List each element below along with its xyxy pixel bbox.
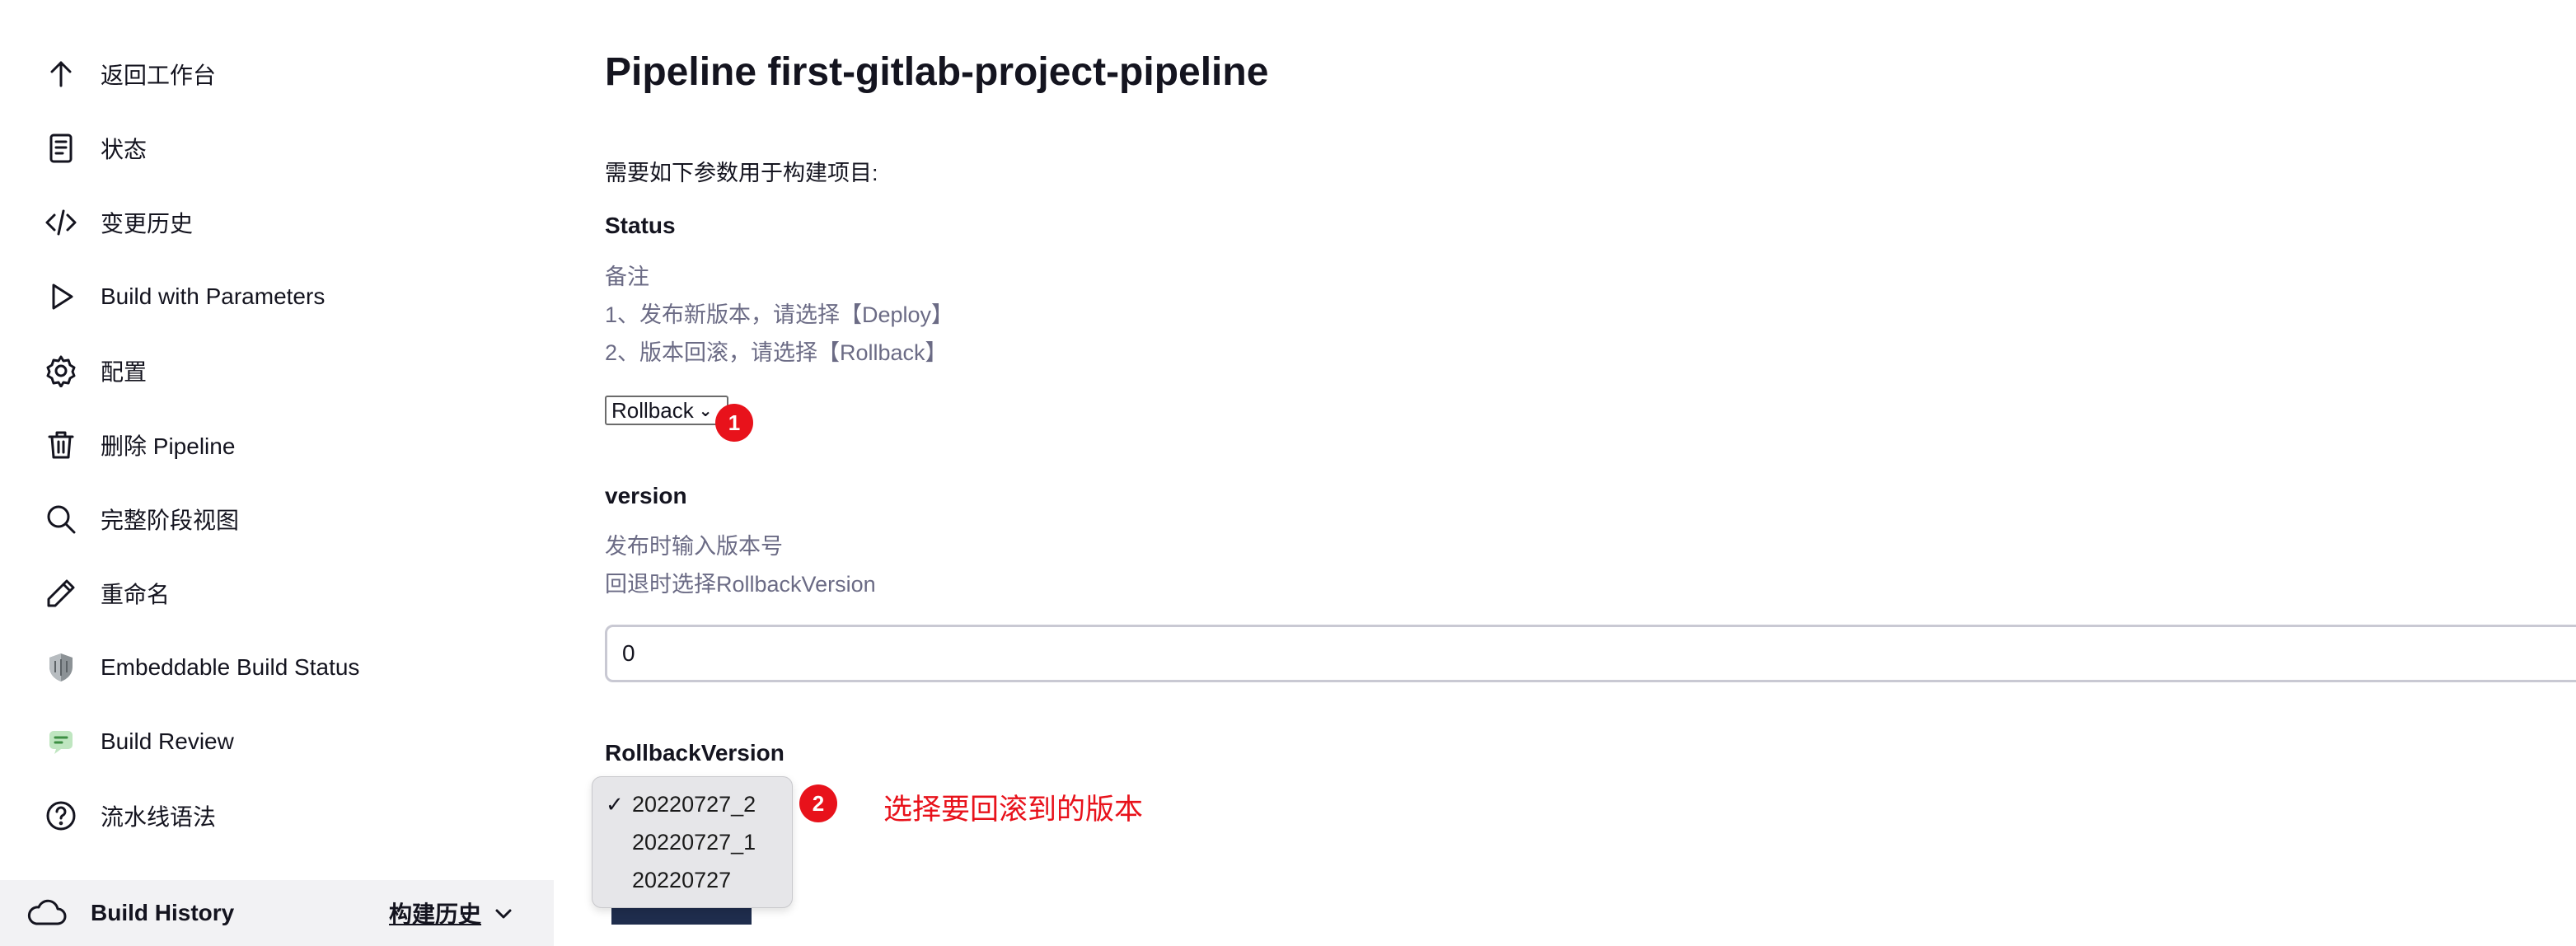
sidebar-item-label: 配置 <box>101 359 148 385</box>
status-select[interactable]: Rollback ⌄ <box>605 396 728 425</box>
rollback-version-dropdown[interactable]: ✓ 20220727_2 20220727_1 20220727 <box>592 776 793 908</box>
checkmark-icon: ✓ <box>606 792 624 817</box>
sidebar-item-configure[interactable]: 配置 <box>43 346 147 396</box>
shield-icon <box>43 649 79 686</box>
build-history-title: Build History <box>91 900 235 925</box>
review-icon <box>43 724 79 760</box>
help-icon <box>43 798 79 834</box>
play-icon <box>43 279 79 315</box>
callout-marker-1: 1 <box>715 404 753 442</box>
sidebar-item-label: 状态 <box>101 137 148 162</box>
page-title: Pipeline first-gitlab-project-pipeline <box>605 50 1269 94</box>
document-icon <box>43 130 79 166</box>
description-line: 备注 <box>605 265 649 289</box>
dropdown-option[interactable]: 20220727_1 <box>632 830 756 855</box>
parameters-intro: 需要如下参数用于构建项目: <box>605 161 878 185</box>
sidebar-item-build-with-parameters[interactable]: Build with Parameters <box>43 272 325 321</box>
sidebar-item-label: Build Review <box>101 728 234 754</box>
rollback-annotation: 选择要回滚到的版本 <box>883 794 1144 826</box>
chevron-down-icon[interactable] <box>491 902 516 926</box>
description-line: 发布时输入版本号 <box>605 534 783 559</box>
sidebar-item-label: 流水线语法 <box>101 804 217 830</box>
chevron-down-icon: ⌄ <box>698 401 713 420</box>
param-name-status: Status <box>605 213 676 238</box>
sidebar-item-delete-pipeline[interactable]: 删除 Pipeline <box>43 420 235 470</box>
param-description-status: 备注 1、发布新版本，请选择【Deploy】 2、版本回滚，请选择【Rollba… <box>605 258 953 372</box>
sidebar: 返回工作台 状态 变更历史 Build with Parameters 配置 删… <box>0 0 554 946</box>
sidebar-item-full-stage-view[interactable]: 完整阶段视图 <box>43 494 239 544</box>
main-content: Pipeline first-gitlab-project-pipeline 需… <box>592 0 2576 946</box>
sidebar-item-changes[interactable]: 变更历史 <box>43 198 193 247</box>
callout-marker-2: 2 <box>799 784 837 822</box>
sidebar-item-label: 完整阶段视图 <box>101 508 240 533</box>
trash-icon <box>43 427 79 463</box>
status-select-value: Rollback <box>611 397 694 423</box>
param-name-version: version <box>605 483 687 508</box>
sidebar-item-label: 返回工作台 <box>101 63 217 88</box>
description-line: 1、发布新版本，请选择【Deploy】 <box>605 302 954 327</box>
sidebar-item-label: Embeddable Build Status <box>101 654 360 680</box>
description-line: 2、版本回滚，请选择【Rollback】 <box>605 340 948 365</box>
code-icon <box>43 204 79 241</box>
build-button[interactable] <box>611 906 752 925</box>
description-line: 回退时选择RollbackVersion <box>605 572 876 597</box>
gear-icon <box>43 353 79 389</box>
pencil-icon <box>43 575 79 611</box>
param-description-version: 发布时输入版本号 回退时选择RollbackVersion <box>605 527 876 603</box>
sidebar-item-pipeline-syntax[interactable]: 流水线语法 <box>43 791 216 841</box>
sidebar-item-back-to-dashboard[interactable]: 返回工作台 <box>43 49 216 99</box>
cloud-icon <box>25 897 68 930</box>
build-history-bar: Build History 构建历史 <box>0 880 554 946</box>
sidebar-item-label: Build with Parameters <box>101 283 326 309</box>
sidebar-item-label: 删除 Pipeline <box>101 433 236 459</box>
dropdown-option[interactable]: 20220727 <box>632 868 731 893</box>
build-history-link[interactable]: 构建历史 <box>389 897 481 930</box>
sidebar-item-embeddable-build-status[interactable]: Embeddable Build Status <box>43 643 359 692</box>
sidebar-item-label: 重命名 <box>101 582 171 607</box>
version-input[interactable]: 0 <box>605 625 2576 682</box>
version-input-value: 0 <box>622 640 635 666</box>
search-icon <box>43 501 79 537</box>
sidebar-item-rename[interactable]: 重命名 <box>43 569 170 618</box>
arrow-up-icon <box>43 56 79 92</box>
sidebar-item-build-review[interactable]: Build Review <box>43 717 234 766</box>
sidebar-item-status[interactable]: 状态 <box>43 124 147 173</box>
dropdown-option[interactable]: 20220727_2 <box>632 792 756 817</box>
sidebar-item-label: 变更历史 <box>101 211 194 236</box>
param-name-rollback-version: RollbackVersion <box>605 740 785 766</box>
